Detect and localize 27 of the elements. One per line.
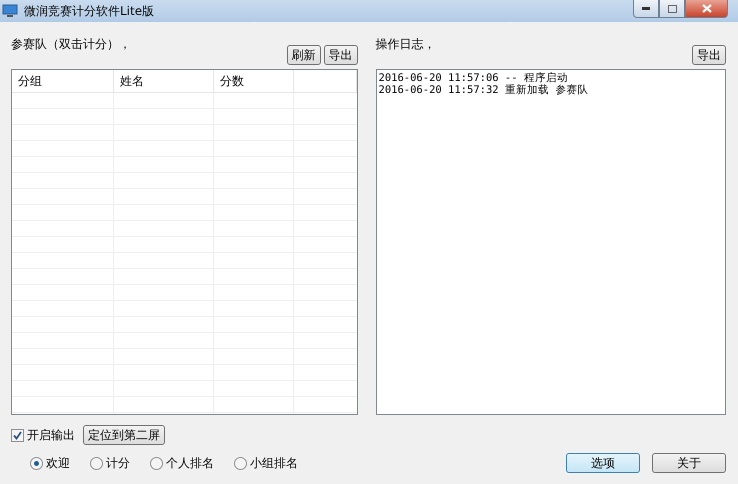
mode-radio[interactable]: 计分 (90, 454, 130, 472)
app-icon (2, 4, 18, 18)
options-button[interactable]: 选项 (566, 453, 640, 473)
refresh-button[interactable]: 刷新 (286, 45, 320, 65)
export-button[interactable]: 导出 (692, 45, 726, 65)
minimize-button[interactable] (633, 0, 659, 18)
about-button[interactable]: 关于 (652, 453, 726, 473)
column-header[interactable]: 姓名 (114, 70, 214, 92)
teams-label: 参赛队（双击计分）， (11, 36, 131, 53)
column-header[interactable]: 分数 (214, 70, 294, 92)
window-title: 微润竞赛计分软件Lite版 (24, 2, 154, 20)
column-header[interactable]: 分组 (12, 70, 114, 92)
mode-radio[interactable]: 欢迎 (30, 454, 70, 472)
log-line: 2016-06-20 11:57:06 -- 程序启动 (378, 72, 569, 84)
maximize-icon (668, 4, 676, 12)
mode-radio[interactable]: 个人排名 (150, 454, 214, 472)
output-checkbox[interactable]: 开启输出 (11, 426, 75, 444)
log-label: 操作日志， (376, 36, 436, 53)
export-button[interactable]: 导出 (324, 45, 358, 65)
mode-radio[interactable]: 小组排名 (234, 454, 298, 472)
log-line: 2016-06-20 11:57:32 重新加载 参赛队 (378, 84, 590, 96)
minimize-icon (642, 7, 650, 10)
locate-button[interactable]: 定位到第二屏 (83, 425, 165, 445)
close-button[interactable] (685, 0, 728, 18)
maximize-button[interactable] (659, 0, 685, 18)
checkmark-icon (13, 430, 22, 440)
close-icon (702, 4, 712, 13)
